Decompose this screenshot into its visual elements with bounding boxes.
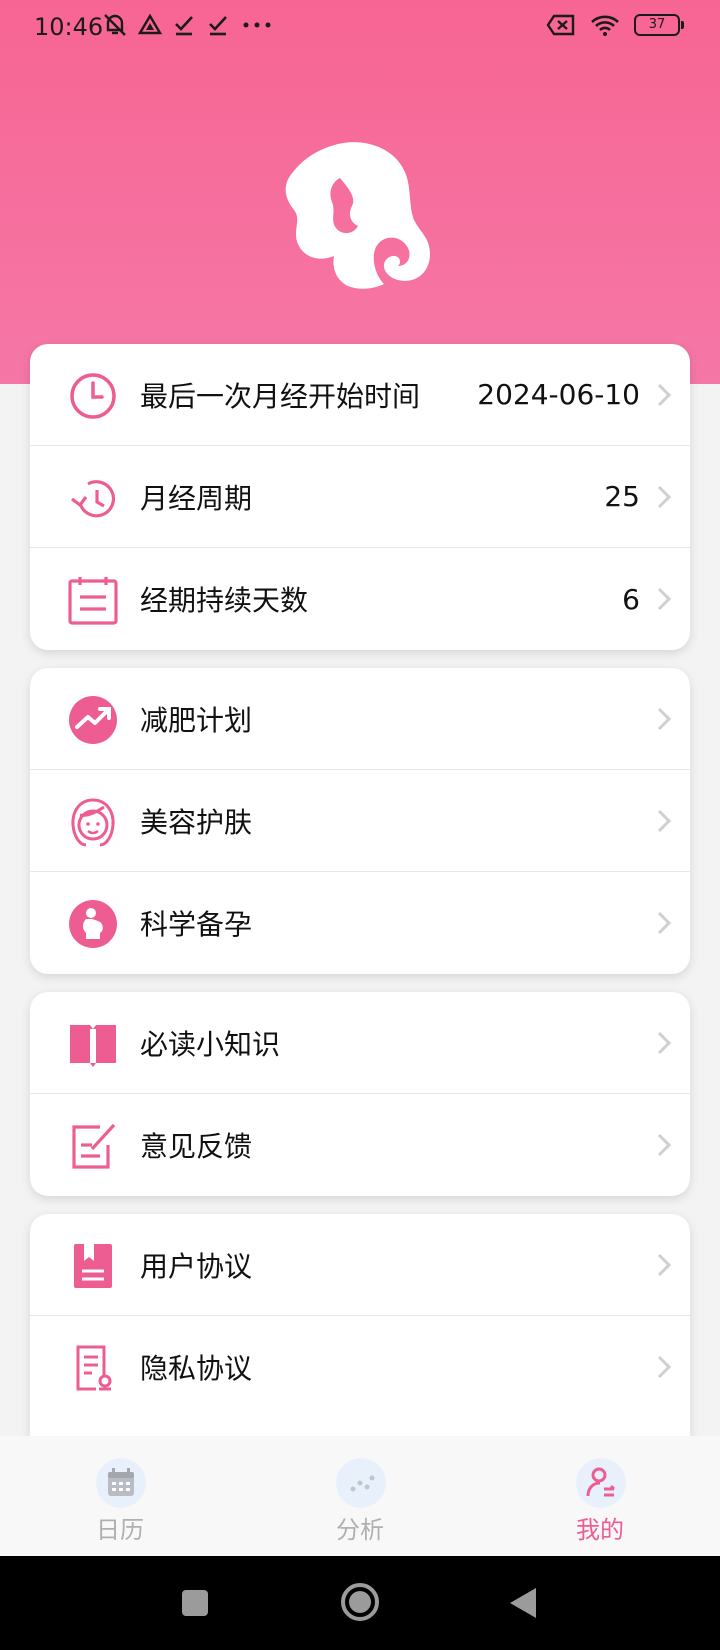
cycle-timer-icon — [71, 480, 115, 518]
face-icon — [71, 798, 115, 847]
menu-row-last-period-date[interactable]: 最后一次月经开始时间 2024-06-10 — [30, 344, 690, 446]
no-sim-icon — [546, 14, 575, 36]
legal-card: 用户协议 隐私协议 — [30, 1214, 690, 1474]
chevron-right-icon — [657, 707, 672, 731]
chevron-right-icon — [657, 1355, 672, 1379]
chevron-right-icon — [657, 383, 672, 407]
menu-row-label: 最后一次月经开始时间 — [140, 379, 421, 413]
menu-row-label: 经期持续天数 — [140, 584, 309, 617]
menu-row-privacy-policy[interactable]: 隐私协议 — [30, 1316, 690, 1418]
tab-label: 日历 — [96, 1516, 144, 1544]
chevron-right-icon — [657, 485, 672, 509]
menu-row-weight-loss[interactable]: 减肥计划 — [30, 668, 690, 770]
menu-row-label: 意见反馈 — [140, 1130, 253, 1163]
menu-row-value: 2024-06-10 — [477, 378, 640, 411]
cycle-settings-card: 最后一次月经开始时间 2024-06-10 月经周期 25 经期持续天数 6 — [30, 344, 690, 650]
calendar-note-icon — [68, 577, 118, 625]
menu-row-label: 美容护肤 — [140, 805, 253, 839]
menu-row-period-duration[interactable]: 经期持续天数 6 — [30, 548, 690, 650]
privacy-doc-icon — [76, 1345, 112, 1391]
chevron-right-icon — [657, 1031, 672, 1055]
recent-apps-icon[interactable] — [180, 1588, 210, 1618]
chevron-right-icon — [657, 911, 672, 935]
tab-analysis[interactable]: 分析 — [300, 1436, 420, 1556]
chevron-right-icon — [657, 587, 672, 611]
calendar-icon — [96, 1458, 146, 1508]
menu-row-user-agreement[interactable]: 用户协议 — [30, 1214, 690, 1316]
menu-row-skincare[interactable]: 美容护肤 — [30, 770, 690, 872]
tab-label: 分析 — [336, 1516, 384, 1544]
menu-row-knowledge[interactable]: 必读小知识 — [30, 992, 690, 1094]
profile-icon — [576, 1458, 626, 1508]
bottom-tab-bar: 日历 分析 我的 — [0, 1436, 720, 1556]
analysis-icon — [336, 1458, 386, 1508]
menu-row-label: 用户协议 — [140, 1249, 253, 1283]
more-dots-icon — [243, 22, 271, 28]
menu-row-feedback[interactable]: 意见反馈 — [30, 1094, 690, 1196]
menu-row-value: 6 — [622, 582, 640, 616]
system-navigation-bar — [0, 1556, 720, 1650]
feedback-edit-icon — [72, 1123, 116, 1169]
check-icon — [175, 16, 193, 36]
chevron-right-icon — [657, 1133, 672, 1157]
chevron-right-icon — [657, 1253, 672, 1277]
menu-row-label: 必读小知识 — [140, 1027, 281, 1061]
tab-label: 我的 — [576, 1516, 624, 1544]
chevron-right-icon — [657, 809, 672, 833]
profile-header: 10:46 37 — [0, 0, 720, 384]
wifi-icon — [591, 15, 619, 36]
menu-row-label: 月经周期 — [140, 481, 253, 515]
menu-row-cycle-length[interactable]: 月经周期 25 — [30, 446, 690, 548]
avatar-silhouette-icon — [285, 142, 430, 289]
menu-row-label: 减肥计划 — [140, 703, 253, 737]
health-plans-card: 减肥计划 美容护肤 科学备孕 — [30, 668, 690, 974]
drive-icon — [138, 13, 162, 35]
info-card: 必读小知识 意见反馈 — [30, 992, 690, 1196]
book-icon — [70, 1025, 116, 1067]
tab-calendar[interactable]: 日历 — [60, 1436, 180, 1556]
menu-row-label: 科学备孕 — [140, 908, 253, 941]
trend-chart-icon — [69, 696, 117, 744]
home-icon[interactable] — [340, 1582, 380, 1622]
menu-row-pregnancy-prep[interactable]: 科学备孕 — [30, 872, 690, 974]
status-time: 10:46 — [34, 13, 104, 41]
battery-indicator: 37 — [634, 14, 684, 36]
tab-profile[interactable]: 我的 — [540, 1436, 660, 1556]
clock-icon — [70, 373, 116, 419]
status-system-icons: 37 — [546, 13, 684, 37]
mute-bell-icon — [104, 14, 126, 36]
status-notification-icons — [102, 12, 274, 38]
back-icon[interactable] — [508, 1586, 538, 1620]
menu-row-label: 隐私协议 — [140, 1352, 253, 1385]
user-agreement-icon — [74, 1244, 112, 1288]
status-bar: 10:46 37 — [0, 0, 720, 56]
menu-row-value: 25 — [604, 480, 640, 513]
check-icon — [209, 16, 227, 36]
pregnancy-icon — [69, 900, 117, 948]
